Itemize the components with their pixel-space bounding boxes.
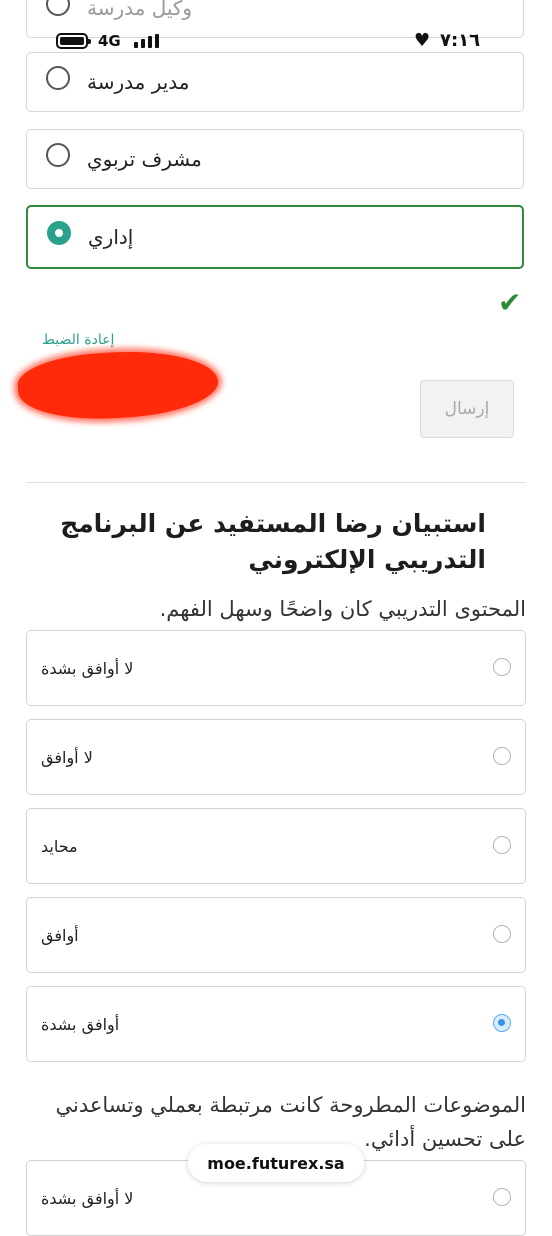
reset-link[interactable]: إعادة الضبط (42, 332, 114, 348)
radio-button[interactable] (493, 747, 511, 765)
answer-label: لا أوافق بشدة (41, 1188, 134, 1208)
radio-button-selected[interactable] (47, 221, 71, 245)
role-option-label: مدير مدرسة (87, 70, 190, 94)
answer-label: أوافق (41, 925, 79, 945)
role-option-label: مشرف تربوي (87, 147, 202, 171)
answer-option-disagree[interactable]: لا أوافق (26, 719, 526, 795)
survey-title: استبيان رضا المستفيد عن البرنامج التدريب… (60, 509, 486, 574)
answer-option-neutral[interactable]: محايد (26, 808, 526, 884)
answer-label: لا أوافق (41, 747, 93, 767)
status-bar: 4G ♥ ٧:١٦ (0, 30, 552, 54)
radio-button[interactable] (493, 925, 511, 943)
radio-button-selected[interactable] (493, 1014, 511, 1032)
checkmark-icon: ✔ (498, 286, 522, 319)
question-text: المحتوى التدريبي كان واضحًا وسهل الفهم. (159, 597, 526, 621)
radio-button[interactable] (46, 0, 70, 16)
answer-label: لا أوافق بشدة (41, 658, 134, 678)
signal-icon (134, 34, 162, 48)
clock: ٧:١٦ (440, 30, 481, 51)
battery-icon (56, 33, 91, 49)
radio-button[interactable] (493, 836, 511, 854)
radio-button[interactable] (46, 66, 70, 90)
answer-option-strongly-disagree[interactable]: لا أوافق بشدة (26, 630, 526, 706)
answer-option-strongly-agree[interactable]: أوافق بشدة (26, 986, 526, 1062)
role-option-educational-supervisor[interactable]: مشرف تربوي (26, 129, 524, 189)
answer-label: محايد (41, 836, 78, 856)
redacted-scribble (15, 345, 221, 425)
network-label: 4G (98, 32, 121, 50)
answer-option-agree[interactable]: أوافق (26, 897, 526, 973)
radio-button[interactable] (46, 143, 70, 167)
submit-button[interactable]: إرسال (420, 380, 514, 438)
radio-button[interactable] (493, 658, 511, 676)
role-option-label: إداري (88, 225, 134, 249)
divider (26, 482, 526, 483)
address-bar[interactable]: moe.futurex.sa (188, 1144, 364, 1182)
role-option-school-principal[interactable]: مدير مدرسة (26, 52, 524, 112)
answer-label: أوافق بشدة (41, 1014, 120, 1034)
radio-button[interactable] (493, 1188, 511, 1206)
role-option-administrative[interactable]: إداري (26, 205, 524, 269)
heart-icon: ♥ (414, 30, 431, 51)
